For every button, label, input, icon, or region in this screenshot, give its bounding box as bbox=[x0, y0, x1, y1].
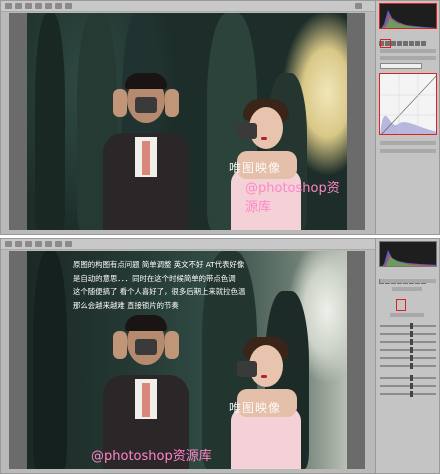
panel-row bbox=[390, 313, 424, 317]
histogram bbox=[379, 241, 437, 267]
straighten-icon[interactable] bbox=[55, 3, 62, 9]
zoom-icon[interactable] bbox=[5, 3, 12, 9]
panel-tabs[interactable] bbox=[379, 269, 437, 284]
watermark-text: @photoshop资源库 bbox=[245, 181, 340, 215]
color-sampler-icon[interactable] bbox=[35, 241, 42, 247]
adjustment-panel bbox=[375, 239, 439, 473]
hand-icon[interactable] bbox=[15, 241, 22, 247]
brand-stamp: 唯图映像 bbox=[229, 161, 282, 175]
camera-raw-window-bottom: 原图的构图有点问题 简单调整 英文不好 AT代表好像 是自动的意思．．．同时在这… bbox=[0, 238, 440, 474]
exposure-slider[interactable] bbox=[380, 323, 436, 329]
caption-line: 这个随便搞了 看个人喜好了，很多后期上来就拉色温 bbox=[73, 287, 246, 297]
crop-icon[interactable] bbox=[45, 3, 52, 9]
groom bbox=[91, 71, 201, 230]
auto-button-highlight[interactable] bbox=[396, 299, 406, 311]
shadows-slider[interactable] bbox=[380, 347, 436, 353]
blacks-slider[interactable] bbox=[380, 363, 436, 369]
white-balance-icon[interactable] bbox=[25, 241, 32, 247]
straighten-icon[interactable] bbox=[55, 241, 62, 247]
watermark-text: @photoshop资源库 bbox=[91, 449, 212, 464]
highlights-slider[interactable] bbox=[380, 339, 436, 345]
color-sampler-icon[interactable] bbox=[35, 3, 42, 9]
caption-text: 原图的构图有点问题 简单调整 英文不好 AT代表好像 是自动的意思．．．同时在这… bbox=[73, 258, 245, 312]
wedding-photo: 原图的构图有点问题 简单调整 英文不好 AT代表好像 是自动的意思．．．同时在这… bbox=[27, 251, 347, 469]
curve-graph[interactable] bbox=[379, 73, 437, 135]
curve-dropdown[interactable] bbox=[380, 63, 422, 69]
hand-icon[interactable] bbox=[15, 3, 22, 9]
panel-row bbox=[380, 49, 436, 53]
toolbar bbox=[1, 1, 375, 12]
camera-raw-window-top: 唯图映像 @photoshop资源库 bbox=[0, 0, 440, 235]
zoom-icon[interactable] bbox=[5, 241, 12, 247]
caption-line: 那么会越来越难 直接锁片的节奏 bbox=[73, 300, 179, 310]
vibrance-slider[interactable] bbox=[380, 383, 436, 389]
whites-slider[interactable] bbox=[380, 355, 436, 361]
caption-line: 是自动的意思．．．同时在这个时候简单的带点色调 bbox=[73, 273, 236, 283]
wedding-photo: 唯图映像 @photoshop资源库 bbox=[27, 13, 347, 230]
panel-row bbox=[380, 149, 436, 153]
histogram bbox=[379, 3, 437, 29]
rotate-icon[interactable] bbox=[65, 3, 72, 9]
contrast-slider[interactable] bbox=[380, 331, 436, 337]
panel-row bbox=[392, 287, 422, 291]
panel-row bbox=[380, 56, 436, 60]
preview-toggle-icon[interactable] bbox=[355, 3, 362, 9]
crop-icon[interactable] bbox=[45, 241, 52, 247]
caption-line: 原图的构图有点问题 简单调整 英文不好 AT代表好像 bbox=[73, 260, 245, 269]
active-tab-highlight bbox=[380, 39, 391, 48]
adjustment-panel bbox=[375, 1, 439, 234]
image-preview[interactable]: 唯图映像 @photoshop资源库 bbox=[9, 13, 365, 230]
image-preview[interactable]: 原图的构图有点问题 简单调整 英文不好 AT代表好像 是自动的意思．．．同时在这… bbox=[9, 251, 365, 469]
brand-stamp: 唯图映像 bbox=[229, 401, 282, 415]
panel-row bbox=[380, 279, 436, 283]
clarity-slider[interactable] bbox=[380, 375, 436, 381]
saturation-slider[interactable] bbox=[380, 391, 436, 397]
panel-tabs[interactable] bbox=[379, 31, 437, 46]
panel-row bbox=[380, 141, 436, 145]
rotate-icon[interactable] bbox=[65, 241, 72, 247]
white-balance-icon[interactable] bbox=[25, 3, 32, 9]
toolbar bbox=[1, 239, 375, 250]
